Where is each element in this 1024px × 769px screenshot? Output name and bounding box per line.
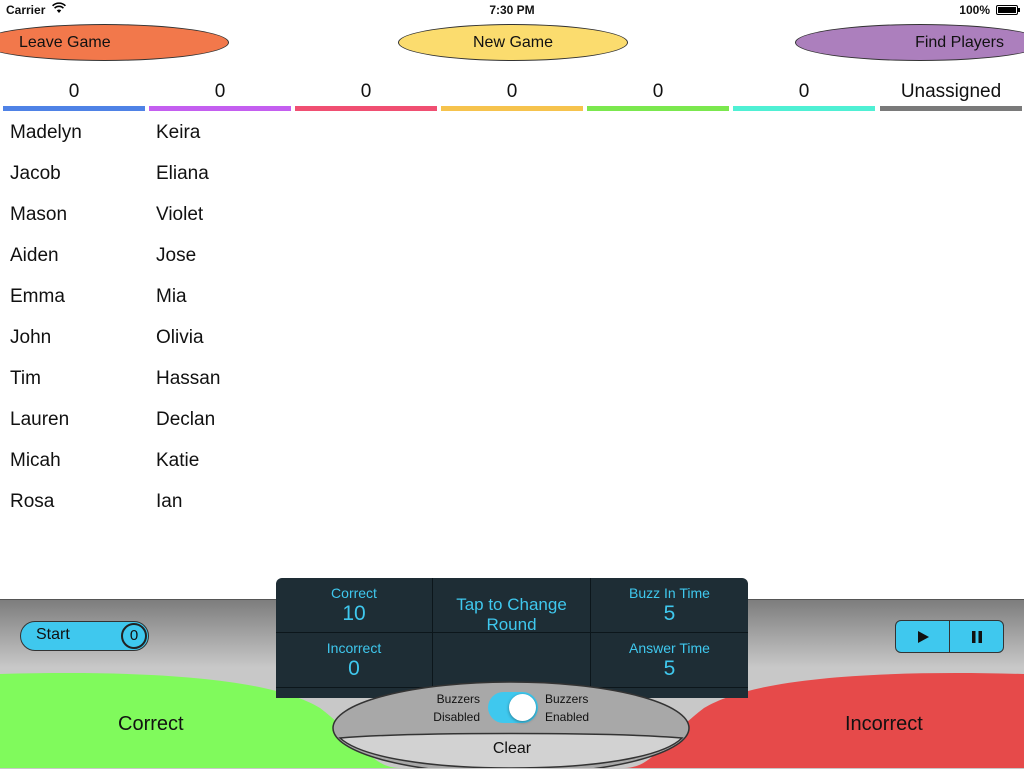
buzz-in-time-label: Buzz In Time <box>629 585 710 601</box>
team-column-5[interactable]: 0 <box>587 78 729 111</box>
play-icon <box>917 630 929 643</box>
team-color-bar <box>441 106 583 111</box>
player-list-1: Madelyn Jacob Mason Aiden Emma John Tim … <box>10 116 82 526</box>
player-name[interactable]: Declan <box>156 403 220 444</box>
team-color-bar <box>733 106 875 111</box>
buzz-in-time-value: 5 <box>663 602 676 625</box>
team-color-bar <box>3 106 145 111</box>
player-list-2: Keira Eliana Violet Jose Mia Olivia Hass… <box>156 116 220 526</box>
team-score: 0 <box>652 81 664 102</box>
start-count-badge: 0 <box>121 623 147 649</box>
battery-icon <box>996 5 1020 15</box>
player-name[interactable]: Tim <box>10 362 82 403</box>
correct-points-label: Correct <box>331 585 377 601</box>
player-name[interactable]: Lauren <box>10 403 82 444</box>
player-name[interactable]: Emma <box>10 280 82 321</box>
team-score: Unassigned <box>900 81 1002 102</box>
change-round-label: Tap to Change Round <box>456 595 567 634</box>
team-column-1[interactable]: 0 <box>3 78 145 111</box>
team-column-4[interactable]: 0 <box>441 78 583 111</box>
correct-points-value: 10 <box>342 602 366 625</box>
buzzers-enabled-label: Buzzers Enabled <box>545 692 590 724</box>
player-name[interactable]: Rosa <box>10 485 82 526</box>
player-name[interactable]: Jacob <box>10 157 82 198</box>
player-name[interactable]: John <box>10 321 82 362</box>
team-score: 0 <box>360 81 372 102</box>
pause-icon <box>971 630 982 643</box>
player-name[interactable]: Micah <box>10 444 82 485</box>
find-players-button[interactable]: Find Players <box>795 24 1024 61</box>
player-name[interactable]: Hassan <box>156 362 220 403</box>
incorrect-points-label: Incorrect <box>326 640 382 656</box>
team-score: 0 <box>68 81 80 102</box>
incorrect-button-label[interactable]: Incorrect <box>845 713 923 736</box>
change-round-button[interactable]: Tap to Change Round <box>433 578 591 634</box>
start-button[interactable]: Start 0 <box>20 621 149 651</box>
team-color-bar <box>295 106 437 111</box>
player-name[interactable]: Mia <box>156 280 220 321</box>
battery-percent: 100% <box>959 3 990 17</box>
player-name[interactable]: Keira <box>156 116 220 157</box>
player-name[interactable]: Ian <box>156 485 220 526</box>
answer-time-label: Answer Time <box>629 640 710 656</box>
correct-button-label[interactable]: Correct <box>118 713 184 736</box>
team-column-3[interactable]: 0 <box>295 78 437 111</box>
new-game-button[interactable]: New Game <box>398 24 628 61</box>
leave-game-button[interactable]: Leave Game <box>0 24 229 61</box>
player-name[interactable]: Violet <box>156 198 220 239</box>
player-name[interactable]: Eliana <box>156 157 220 198</box>
player-name[interactable]: Madelyn <box>10 116 82 157</box>
team-color-bar <box>880 106 1022 111</box>
buzzers-disabled-label: Buzzers Disabled <box>433 692 480 724</box>
team-column-unassigned[interactable]: Unassigned <box>880 78 1022 111</box>
player-name[interactable]: Jose <box>156 239 220 280</box>
pause-button[interactable] <box>949 621 1003 652</box>
team-color-bar <box>587 106 729 111</box>
team-score: 0 <box>798 81 810 102</box>
team-column-6[interactable]: 0 <box>733 78 875 111</box>
player-name[interactable]: Mason <box>10 198 82 239</box>
player-name[interactable]: Aiden <box>10 239 82 280</box>
buzzers-toggle[interactable] <box>488 692 538 723</box>
team-score: 0 <box>214 81 226 102</box>
clear-button[interactable]: Clear <box>462 740 562 758</box>
start-label: Start <box>36 626 70 643</box>
player-name[interactable]: Katie <box>156 444 220 485</box>
buzz-in-time-cell[interactable]: Buzz In Time 5 <box>591 578 748 633</box>
team-score: 0 <box>506 81 518 102</box>
incorrect-points-value: 0 <box>348 657 360 680</box>
team-column-2[interactable]: 0 <box>149 78 291 111</box>
play-button[interactable] <box>896 621 949 652</box>
status-bar: Carrier 7:30 PM 100% <box>0 0 1024 20</box>
answer-time-value: 5 <box>663 657 676 680</box>
toggle-knob <box>509 694 536 721</box>
team-color-bar <box>149 106 291 111</box>
media-controls <box>895 620 1004 653</box>
clock: 7:30 PM <box>489 3 535 17</box>
player-name[interactable]: Olivia <box>156 321 220 362</box>
correct-points-cell[interactable]: Correct 10 <box>276 578 433 633</box>
